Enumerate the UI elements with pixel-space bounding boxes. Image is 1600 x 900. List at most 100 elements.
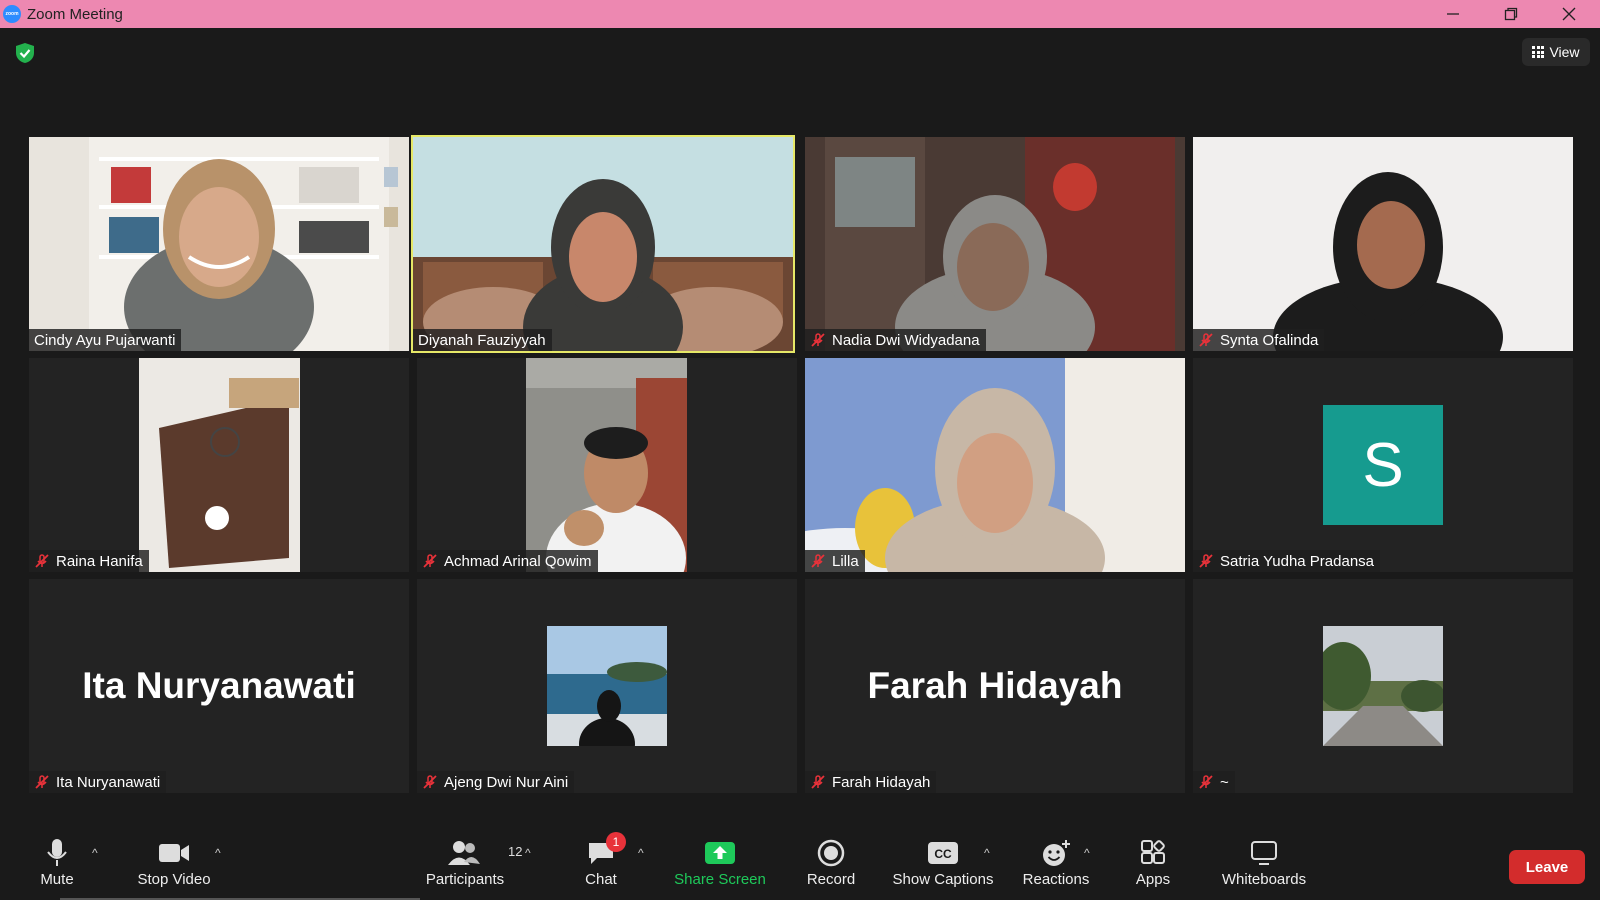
participants-count: 12 [508,844,523,859]
whiteboard-icon [1251,841,1277,865]
participant-video [526,358,687,572]
participant-name-bar: Nadia Dwi Widyadana [805,329,986,351]
closed-captions-icon: CC [928,842,958,864]
video-camera-icon [159,844,189,862]
stop-video-button[interactable]: Stop Video [130,826,218,900]
stop-video-label: Stop Video [137,871,211,888]
participant-name: Lilla [832,552,859,570]
participant-name: Farah Hidayah [832,773,931,791]
reactions-button[interactable]: Reactions [1020,826,1092,900]
whiteboards-button[interactable]: Whiteboards [1216,826,1312,900]
grid-view-icon [1532,46,1545,58]
muted-mic-icon [811,775,825,789]
participant-name-bar: Diyanah Fauziyyah [413,329,552,351]
participant-avatar: S [1323,405,1443,525]
mute-button[interactable]: Mute [31,826,83,900]
participant-name: Raina Hanifa [56,552,143,570]
video-tile-diyanah[interactable]: Diyanah Fauziyyah [411,135,795,353]
participant-name: ~ [1220,773,1229,791]
video-tile-lilla[interactable]: Lilla [805,358,1185,572]
restore-icon [1504,7,1518,21]
participant-name: Satria Yudha Pradansa [1220,552,1375,570]
muted-mic-icon [1199,333,1213,347]
view-button[interactable]: View [1522,38,1590,66]
participant-name-bar: Lilla [805,550,865,572]
video-tile-satria[interactable]: S Satria Yudha Pradansa [1193,358,1573,572]
chat-label: Chat [585,871,617,888]
participant-avatar [547,626,667,746]
participant-name-bar: Ita Nuryanawati [29,771,167,793]
share-screen-label: Share Screen [674,871,766,888]
participant-name: Diyanah Fauziyyah [418,331,546,349]
show-captions-button[interactable]: CC Show Captions [890,826,996,900]
whiteboards-label: Whiteboards [1221,871,1307,888]
participant-video [805,358,1185,572]
captions-options-chevron-icon[interactable]: ^ [984,846,990,860]
muted-mic-icon [1199,554,1213,568]
reactions-label: Reactions [1022,871,1090,888]
video-tile-achmad[interactable]: Achmad Arinal Qowim [417,358,797,572]
muted-mic-icon [423,554,437,568]
share-screen-button[interactable]: Share Screen [673,826,767,900]
video-tile-farah[interactable]: Farah Hidayah Farah Hidayah [805,579,1185,793]
participant-video [805,137,1185,351]
apps-label: Apps [1135,871,1171,888]
participant-name: Ajeng Dwi Nur Aini [444,773,569,791]
microphone-icon [47,839,67,866]
participant-name-bar: Cindy Ayu Pujarwanti [29,329,182,351]
participant-name: Achmad Arinal Qowim [444,552,592,570]
show-captions-label: Show Captions [892,871,994,888]
minimize-icon [1447,13,1459,15]
participant-display-name: Ita Nuryanawati [82,665,356,706]
participants-label: Participants [425,871,505,888]
muted-mic-icon [811,333,825,347]
participant-video [1193,137,1573,351]
participant-name: Ita Nuryanawati [56,773,161,791]
window-title: Zoom Meeting [27,5,123,23]
participant-video [413,137,793,351]
video-tile-nadia[interactable]: Nadia Dwi Widyadana [805,137,1185,351]
participant-video [29,137,409,351]
reactions-options-chevron-icon[interactable]: ^ [1084,846,1090,860]
muted-mic-icon [1199,775,1213,789]
video-tile-raina[interactable]: Raina Hanifa [29,358,409,572]
video-tile-cindy[interactable]: Cindy Ayu Pujarwanti [29,137,409,351]
record-button[interactable]: Record [800,826,862,900]
record-icon [817,839,845,867]
muted-mic-icon [35,554,49,568]
participants-options-chevron-icon[interactable]: ^ [525,846,531,860]
participant-video [139,358,300,572]
participants-button[interactable]: 12 Participants [420,826,522,900]
participant-avatar [1323,626,1443,746]
participant-name: Cindy Ayu Pujarwanti [34,331,176,349]
participant-display-name: Farah Hidayah [867,665,1123,706]
participant-name-bar: Achmad Arinal Qowim [417,550,598,572]
participant-name: Synta Ofalinda [1220,331,1319,349]
mute-label: Mute [40,871,74,888]
close-icon [1562,7,1576,21]
title-bar: zoom Zoom Meeting [0,0,1600,28]
close-button[interactable] [1540,0,1598,28]
participant-name-bar: Satria Yudha Pradansa [1193,550,1381,572]
participant-name-bar: Farah Hidayah [805,771,937,793]
video-tile-tilde[interactable]: ~ [1193,579,1573,793]
leave-button[interactable]: Leave [1509,850,1585,884]
view-label: View [1549,44,1580,60]
zoom-logo-icon: zoom [3,5,21,23]
minimize-button[interactable] [1424,0,1482,28]
chat-options-chevron-icon[interactable]: ^ [638,846,644,860]
video-tile-ita[interactable]: Ita Nuryanawati Ita Nuryanawati [29,579,409,793]
muted-mic-icon [811,554,825,568]
restore-button[interactable] [1482,0,1540,28]
svg-text:CC: CC [934,847,952,861]
chat-button[interactable]: 1 Chat [576,826,626,900]
apps-button[interactable]: Apps [1132,826,1174,900]
encryption-shield-icon[interactable] [14,42,36,64]
mute-options-chevron-icon[interactable]: ^ [92,846,98,860]
participant-name: Nadia Dwi Widyadana [832,331,980,349]
video-tile-synta[interactable]: Synta Ofalinda [1193,137,1573,351]
apps-icon [1141,840,1165,864]
video-tile-ajeng[interactable]: Ajeng Dwi Nur Aini [417,579,797,793]
record-label: Record [806,871,856,888]
video-options-chevron-icon[interactable]: ^ [215,846,221,860]
